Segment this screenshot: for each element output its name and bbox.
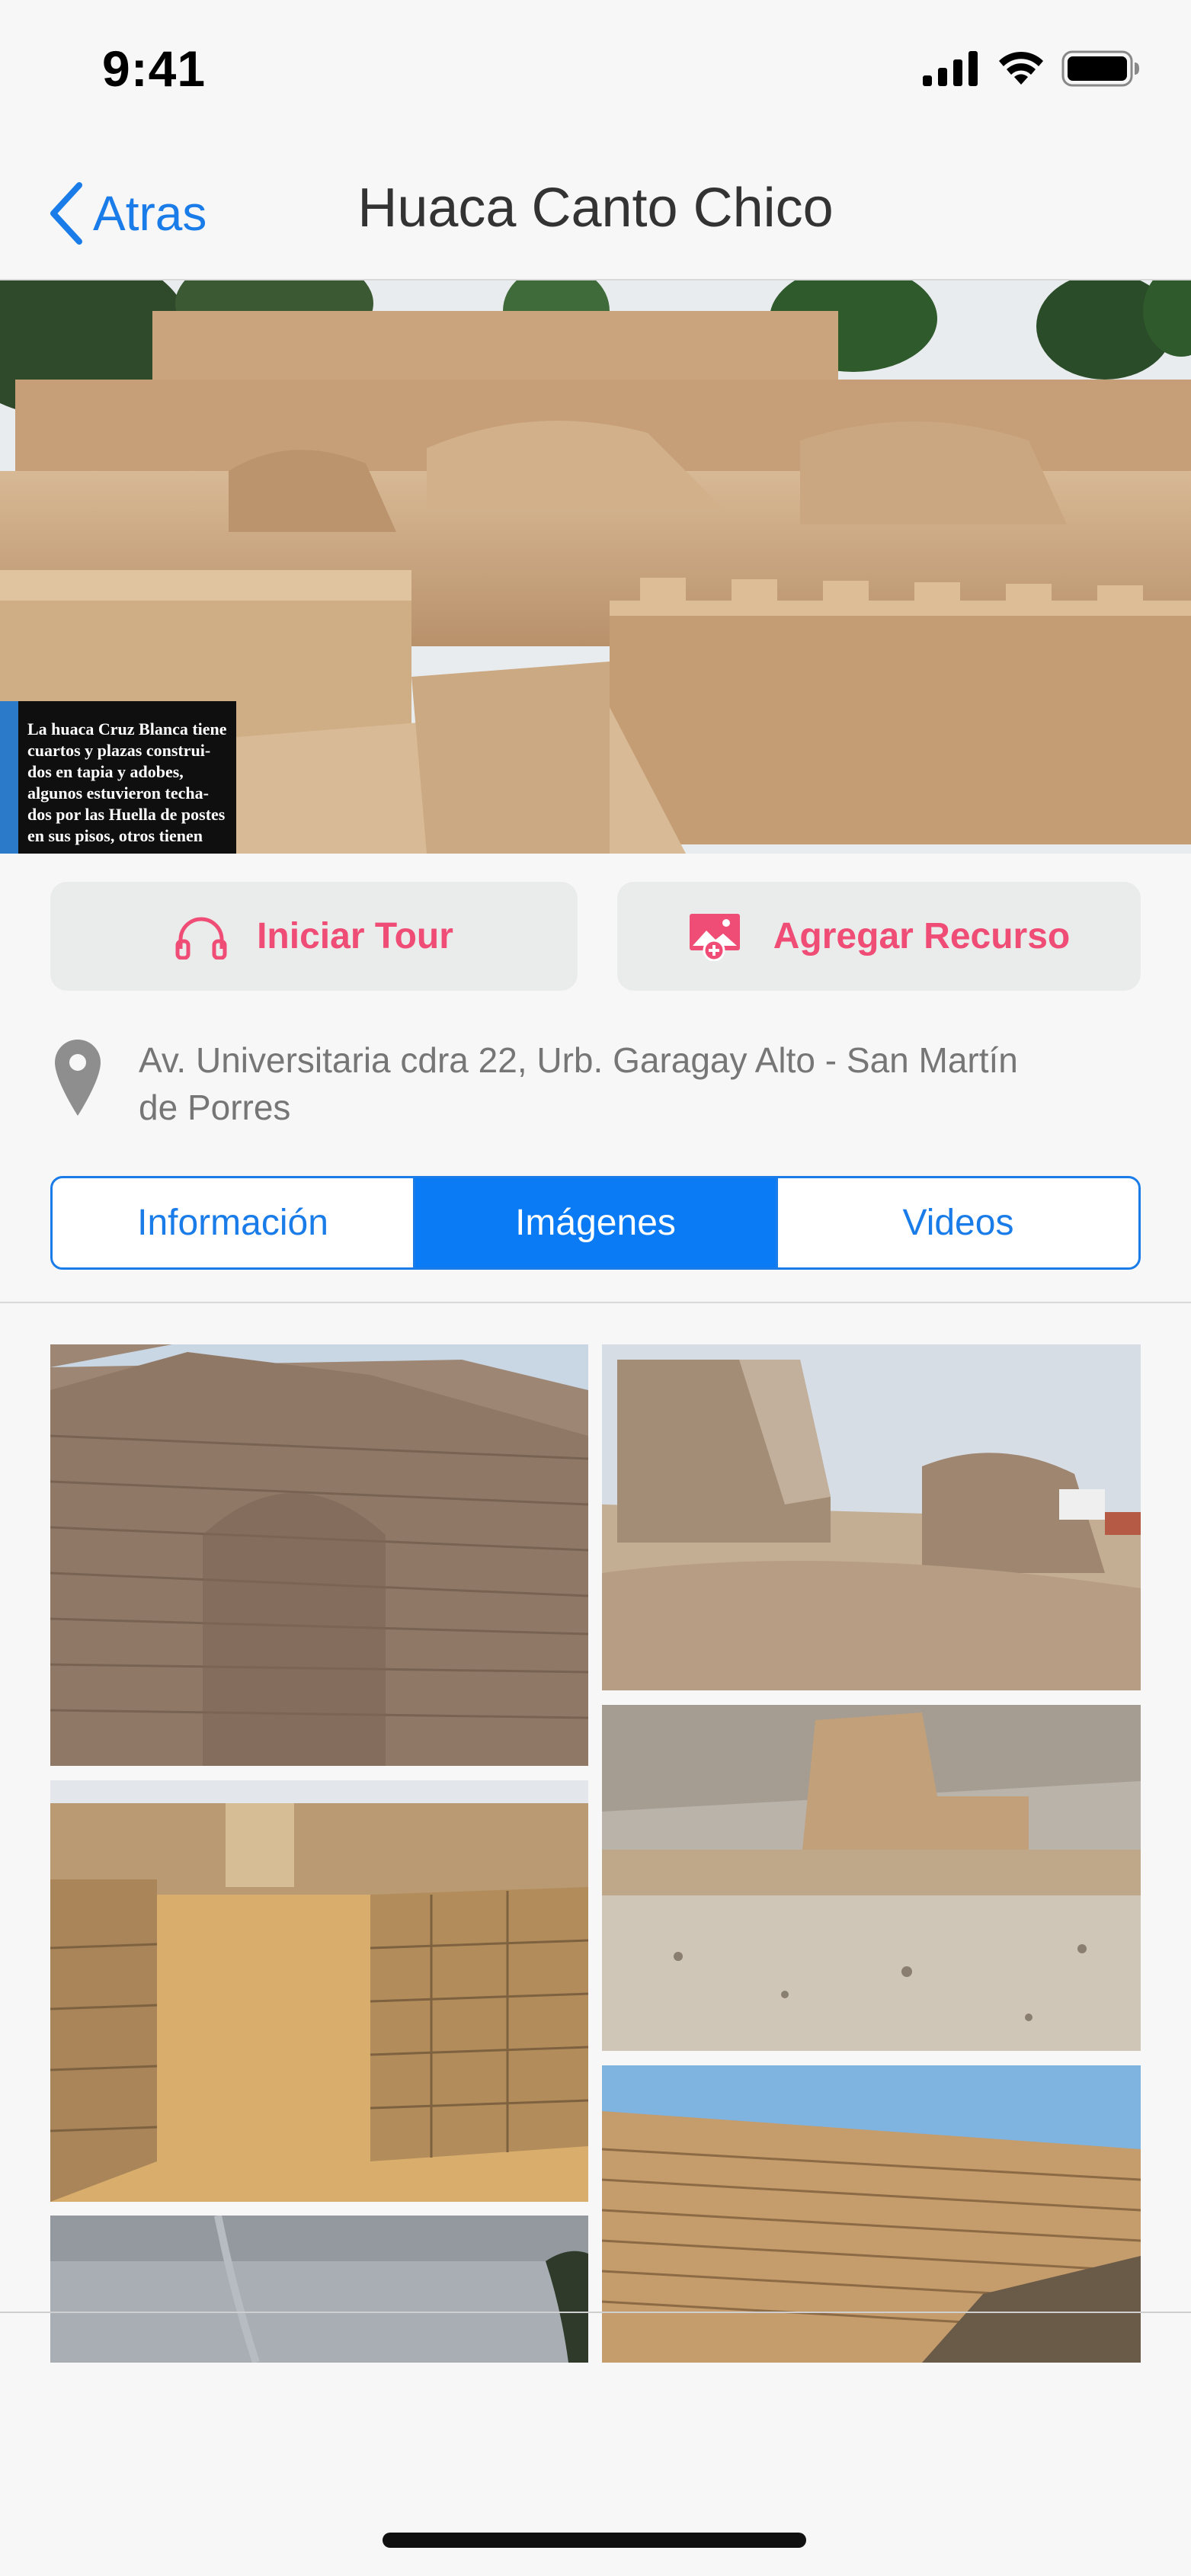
home-indicator[interactable]	[383, 2533, 806, 2548]
page-title: Huaca Canto Chico	[357, 178, 834, 239]
gallery-image-3[interactable]	[50, 1780, 588, 2202]
tab-videos[interactable]: Videos	[776, 1178, 1138, 1267]
battery-icon	[1061, 50, 1139, 87]
tab-imagenes[interactable]: Imágenes	[413, 1178, 776, 1267]
address-row: Av. Universitaria cdra 22, Urb. Garagay …	[50, 1036, 1140, 1131]
wifi-icon	[999, 51, 1043, 85]
navigation-bar: Atras Huaca Canto Chico	[0, 145, 1191, 280]
add-image-icon	[689, 913, 740, 961]
image-gallery	[0, 1303, 1191, 2363]
svg-text:en sus pisos, otros tienen: en sus pisos, otros tienen	[27, 826, 203, 845]
signal-icon	[923, 51, 978, 86]
svg-text:cuartos y plazas construi-: cuartos y plazas construi-	[27, 741, 210, 760]
location-pin-icon	[55, 1040, 101, 1116]
gallery-image-2[interactable]	[602, 1344, 1141, 1690]
hero-image: La huaca Cruz Blanca tiene cuartos y pla…	[0, 280, 1191, 854]
svg-text:algunos estuvieron techa-: algunos estuvieron techa-	[27, 783, 209, 803]
headphones-icon	[175, 917, 227, 960]
status-time: 9:41	[102, 40, 207, 97]
start-tour-label: Iniciar Tour	[257, 916, 453, 956]
svg-text:dos en tapia y adobes,: dos en tapia y adobes,	[27, 762, 184, 781]
status-bar: 9:41	[0, 0, 1191, 145]
add-resource-button[interactable]: Agregar Recurso	[617, 882, 1141, 991]
start-tour-button[interactable]: Iniciar Tour	[50, 882, 578, 991]
gallery-image-4[interactable]	[602, 1705, 1141, 2051]
gallery-image-1[interactable]	[50, 1344, 588, 1766]
bottom-divider	[0, 2312, 1191, 2313]
address-line-2: de Porres	[139, 1088, 291, 1127]
gallery-image-5[interactable]	[50, 2216, 588, 2363]
gallery-image-6[interactable]	[602, 2065, 1141, 2363]
svg-text:La huaca Cruz Blanca tiene: La huaca Cruz Blanca tiene	[27, 719, 227, 739]
status-icons	[923, 50, 1141, 87]
tab-informacion[interactable]: Información	[53, 1178, 413, 1267]
tab-bar: Información Imágenes Videos	[50, 1176, 1141, 1270]
address-line-1: Av. Universitaria cdra 22, Urb. Garagay …	[139, 1040, 1018, 1080]
address-text: Av. Universitaria cdra 22, Urb. Garagay …	[139, 1036, 1018, 1131]
add-resource-label: Agregar Recurso	[773, 916, 1071, 956]
svg-text:dos por las Huella de postes: dos por las Huella de postes	[27, 805, 226, 824]
